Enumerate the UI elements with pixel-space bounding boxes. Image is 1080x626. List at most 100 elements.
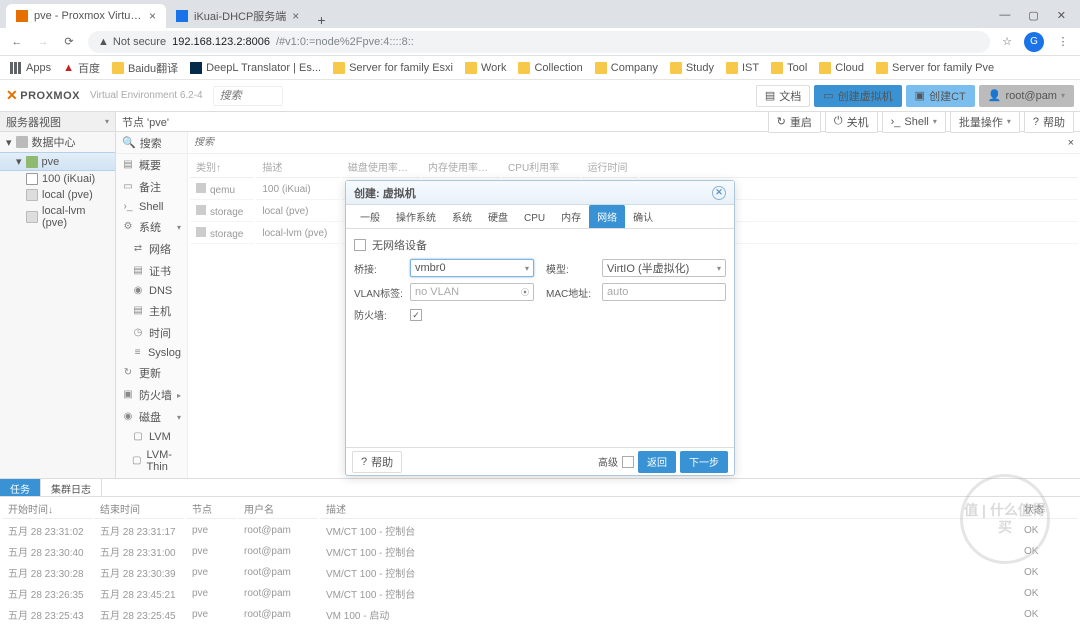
log-row[interactable]: 五月 28 23:30:40五月 28 23:31:00pveroot@pamV…: [2, 542, 1078, 561]
wizard-tab[interactable]: 一般: [352, 205, 388, 228]
browser-tab-proxmox[interactable]: pve - Proxmox Virtual Environme ×: [6, 4, 166, 28]
col-cpu[interactable]: CPU利用率: [502, 156, 580, 178]
tree-header[interactable]: 服务器视图▾: [0, 112, 115, 132]
bridge-select[interactable]: vmbr0▾: [410, 259, 534, 277]
browser-tab-ikuai[interactable]: iKuai-DHCP服务端 ×: [166, 4, 309, 28]
bookmark-item[interactable]: Cloud: [819, 62, 864, 74]
shell-button[interactable]: ›_Shell▾: [882, 112, 946, 133]
doc-button[interactable]: ▤文档: [756, 85, 810, 107]
no-network-checkbox[interactable]: [354, 239, 366, 251]
firewall-checkbox[interactable]: [410, 309, 422, 321]
col-desc[interactable]: 描述: [256, 156, 340, 178]
create-vm-button[interactable]: ▭创建虚拟机: [814, 85, 901, 107]
advanced-checkbox[interactable]: [622, 456, 634, 468]
subnav-time[interactable]: ◷时间: [116, 322, 187, 344]
next-button[interactable]: 下一步: [680, 451, 728, 473]
wizard-tab[interactable]: 确认: [625, 205, 661, 228]
log-col-start[interactable]: 开始时间↓: [2, 499, 92, 519]
log-col-status[interactable]: 状态: [1018, 499, 1078, 519]
close-icon[interactable]: ×: [292, 9, 299, 23]
subnav-lvm[interactable]: ▢LVM: [116, 428, 187, 446]
tree-storage-local-lvm[interactable]: local-lvm (pve): [0, 203, 115, 231]
dialog-help-button[interactable]: ?帮助: [352, 451, 402, 473]
back-button[interactable]: 返回: [638, 451, 676, 473]
profile-avatar[interactable]: G: [1024, 32, 1044, 52]
close-button[interactable]: ✕: [712, 186, 726, 200]
help-button[interactable]: ?帮助: [1024, 112, 1074, 133]
wizard-tab[interactable]: 内存: [553, 205, 589, 228]
close-icon[interactable]: ×: [149, 9, 156, 23]
bookmark-item[interactable]: ▲百度: [63, 60, 100, 76]
subnav-notes[interactable]: ▭备注: [116, 176, 187, 198]
subnav-lvm-thin[interactable]: ▢LVM-Thin: [116, 446, 187, 476]
security-indicator[interactable]: ▲Not secure: [98, 36, 166, 48]
log-row[interactable]: 五月 28 23:31:02五月 28 23:31:17pveroot@pamV…: [2, 521, 1078, 540]
bookmark-item[interactable]: IST: [726, 62, 759, 74]
window-maximize[interactable]: ▢: [1028, 9, 1038, 22]
log-row[interactable]: 五月 28 23:30:28五月 28 23:30:39pveroot@pamV…: [2, 563, 1078, 582]
mac-input[interactable]: auto: [602, 283, 726, 301]
col-mem[interactable]: 内存使用率…: [422, 156, 500, 178]
user-menu[interactable]: 👤root@pam▾: [979, 85, 1074, 107]
bookmark-item[interactable]: Collection: [518, 62, 582, 74]
log-row[interactable]: 五月 28 23:26:35五月 28 23:45:21pveroot@pamV…: [2, 584, 1078, 603]
apps-shortcut[interactable]: Apps: [10, 62, 51, 74]
subnav-shell[interactable]: ›_Shell: [116, 198, 187, 216]
log-col-desc[interactable]: 描述: [320, 499, 1016, 519]
tree-node-pve[interactable]: ▾pve: [0, 152, 115, 171]
model-select[interactable]: VirtIO (半虚拟化)▾: [602, 259, 726, 277]
subnav-syslog[interactable]: ≡Syslog: [116, 344, 187, 362]
log-col-end[interactable]: 结束时间: [94, 499, 184, 519]
dialog-titlebar[interactable]: 创建: 虚拟机 ✕: [346, 181, 734, 205]
tree-vm-100[interactable]: 100 (iKuai): [0, 171, 115, 187]
subnav-dns[interactable]: ◉DNS: [116, 282, 187, 300]
content-search-input[interactable]: [194, 137, 294, 148]
subnav-updates[interactable]: ↻更新: [116, 362, 187, 384]
bookmark-item[interactable]: Tool: [771, 62, 807, 74]
tab-cluster-log[interactable]: 集群日志: [41, 479, 102, 496]
wizard-tab[interactable]: 操作系统: [388, 205, 444, 228]
create-ct-button[interactable]: ▣创建CT: [906, 85, 975, 107]
bulk-actions-button[interactable]: 批量操作▾: [950, 112, 1020, 133]
bookmark-item[interactable]: Study: [670, 62, 714, 74]
window-minimize[interactable]: —: [999, 9, 1010, 22]
menu-icon[interactable]: ⋮: [1056, 35, 1070, 49]
subnav-search[interactable]: 🔍搜索: [116, 132, 187, 154]
subnav-certs[interactable]: ▤证书: [116, 260, 187, 282]
tab-tasks[interactable]: 任务: [0, 479, 41, 496]
wizard-tab[interactable]: 系统: [444, 205, 480, 228]
subnav-hosts[interactable]: ▤主机: [116, 300, 187, 322]
log-col-node[interactable]: 节点: [186, 499, 236, 519]
tree-storage-local[interactable]: local (pve): [0, 187, 115, 203]
wizard-tab[interactable]: 硬盘: [480, 205, 516, 228]
window-close[interactable]: ✕: [1057, 9, 1066, 22]
bookmark-item[interactable]: Work: [465, 62, 506, 74]
shutdown-button[interactable]: ⏻关机: [825, 112, 878, 133]
bookmark-star-icon[interactable]: ☆: [1002, 35, 1012, 48]
col-type[interactable]: 类别↑: [190, 156, 254, 178]
reload-button[interactable]: ⟳: [62, 35, 76, 49]
col-uptime[interactable]: 运行时间: [582, 156, 638, 178]
forward-button[interactable]: →: [36, 35, 50, 49]
bookmark-item[interactable]: DeepL Translator | Es...: [190, 62, 321, 74]
reboot-button[interactable]: ↻重启: [768, 112, 821, 133]
subnav-disks[interactable]: ◉磁盘▾: [116, 406, 187, 428]
bookmark-item[interactable]: Server for family Pve: [876, 62, 994, 74]
bookmark-item[interactable]: Server for family Esxi: [333, 62, 453, 74]
vlan-input[interactable]: no VLAN⦿: [410, 283, 534, 301]
global-search-input[interactable]: [213, 86, 283, 106]
subnav-system[interactable]: ⚙系统▾: [116, 216, 187, 238]
subnav-network[interactable]: ⇄网络: [116, 238, 187, 260]
bookmark-item[interactable]: Baidu翻译: [112, 60, 178, 76]
tree-datacenter[interactable]: ▾数据中心: [0, 132, 115, 152]
back-button[interactable]: ←: [10, 35, 24, 49]
wizard-tab[interactable]: CPU: [516, 209, 553, 228]
subnav-firewall[interactable]: ▣防火墙▸: [116, 384, 187, 406]
address-bar[interactable]: ▲Not secure 192.168.123.2:8006/#v1:0:=no…: [88, 31, 990, 53]
log-row[interactable]: 五月 28 23:25:43五月 28 23:25:45pveroot@pamV…: [2, 605, 1078, 624]
wizard-tab[interactable]: 网络: [589, 205, 625, 228]
subnav-summary[interactable]: ▤概要: [116, 154, 187, 176]
new-tab-button[interactable]: +: [309, 12, 333, 28]
bookmark-item[interactable]: Company: [595, 62, 658, 74]
clear-icon[interactable]: ×: [1068, 137, 1074, 149]
